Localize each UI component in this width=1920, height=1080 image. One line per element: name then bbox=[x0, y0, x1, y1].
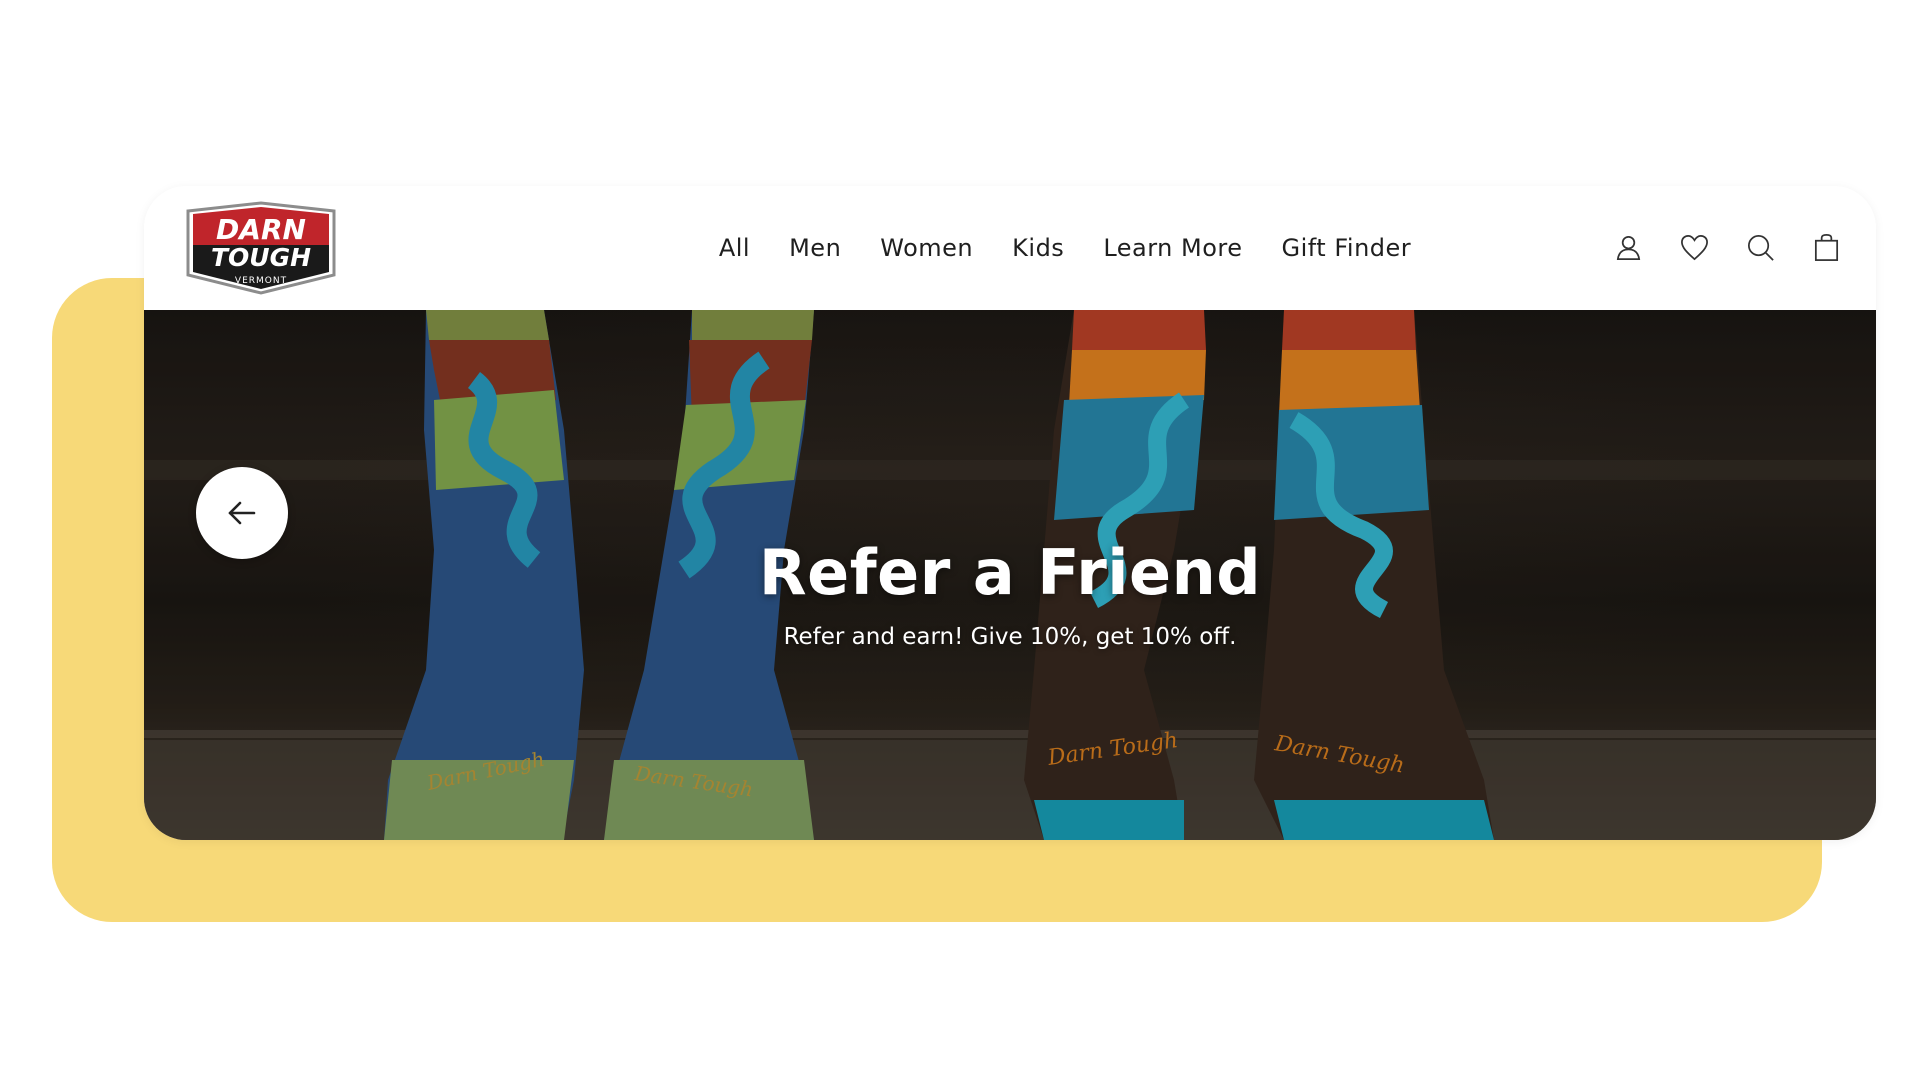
heart-icon[interactable] bbox=[1679, 232, 1710, 263]
nav-link-men[interactable]: Men bbox=[789, 234, 841, 262]
account-icon[interactable] bbox=[1613, 232, 1644, 263]
nav-link-gift-finder[interactable]: Gift Finder bbox=[1282, 234, 1412, 262]
website-card: DARN TOUGH VERMONT All Men Women Kids Le… bbox=[144, 186, 1876, 840]
search-icon[interactable] bbox=[1745, 232, 1776, 263]
shopping-bag-icon[interactable] bbox=[1811, 232, 1842, 263]
hero-subtitle: Refer and earn! Give 10%, get 10% off. bbox=[783, 624, 1237, 650]
carousel-prev-button[interactable] bbox=[196, 467, 288, 559]
hero-banner[interactable]: Darn Tough Darn Tough Darn Tough Darn To… bbox=[144, 310, 1876, 840]
nav-link-learn-more[interactable]: Learn More bbox=[1103, 234, 1242, 262]
top-navigation-bar: DARN TOUGH VERMONT All Men Women Kids Le… bbox=[144, 186, 1876, 311]
nav-link-kids[interactable]: Kids bbox=[1012, 234, 1064, 262]
hero-title: Refer a Friend bbox=[758, 536, 1262, 609]
nav-link-women[interactable]: Women bbox=[880, 234, 973, 262]
arrow-left-icon bbox=[228, 501, 256, 525]
nav-link-all[interactable]: All bbox=[719, 234, 750, 262]
nav-icon-group bbox=[1613, 232, 1842, 263]
